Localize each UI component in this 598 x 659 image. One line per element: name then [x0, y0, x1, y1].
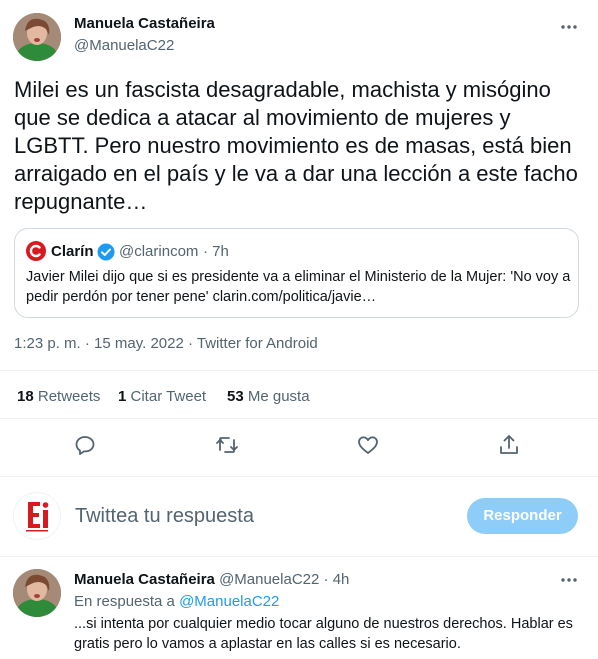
quoted-text: Javier Milei dijo que si es presidente v… [26, 269, 571, 305]
quoted-source-handle: @clarincom [119, 243, 199, 260]
like-icon[interactable] [356, 433, 380, 457]
retweets-count: 18 [17, 388, 34, 405]
divider [0, 556, 598, 557]
quotes-label: Citar Tweet [130, 388, 207, 405]
in-reply-handle-link[interactable]: @ManuelaC22 [179, 593, 279, 610]
reply-icon[interactable] [73, 433, 97, 457]
tweet-text: Milei es un fascista desagradable, machi… [14, 77, 578, 214]
reply-text: ...si intenta por cualquier medio tocar … [74, 616, 573, 652]
more-options-icon[interactable] [559, 17, 579, 37]
divider [0, 418, 598, 419]
retweets-label: Retweets [37, 388, 101, 405]
retweet-icon[interactable] [215, 433, 239, 457]
author-handle[interactable]: @ManuelaC22 [74, 37, 174, 54]
quoted-age: · 7h [203, 243, 229, 260]
verified-badge-icon [97, 243, 115, 261]
quotes-count: 1 [118, 388, 127, 405]
reply-more-options-icon[interactable] [559, 570, 579, 590]
in-reply-to: En respuesta a @ManuelaC22 [74, 593, 279, 610]
reply-author-name[interactable]: Manuela Castañeira [74, 571, 215, 588]
divider [0, 476, 598, 477]
compose-input[interactable]: Twittea tu respuesta [75, 505, 254, 528]
quoted-tweet[interactable]: Clarín @clarincom · 7h Javier Milei dijo… [14, 228, 579, 318]
likes-stat[interactable]: 53 Me gusta [227, 388, 310, 405]
author-avatar[interactable] [13, 13, 61, 61]
tweet-timestamp[interactable]: 1:23 p. m. · 15 may. 2022 · Twitter for … [14, 335, 318, 352]
likes-count: 53 [227, 388, 244, 405]
quoted-source-name: Clarín [51, 243, 94, 260]
quotes-stat[interactable]: 1 Citar Tweet [118, 388, 206, 405]
share-icon[interactable] [497, 433, 521, 457]
reply-age[interactable]: · 4h [324, 571, 350, 588]
clarin-logo-icon [26, 241, 46, 261]
current-user-avatar[interactable] [13, 492, 61, 540]
divider [0, 370, 598, 371]
author-name[interactable]: Manuela Castañeira [74, 15, 215, 32]
reply-author-handle[interactable]: @ManuelaC22 [219, 571, 319, 588]
in-reply-prefix: En respuesta a [74, 593, 175, 610]
likes-label: Me gusta [247, 388, 310, 405]
reply-header: Manuela Castañeira @ManuelaC22 · 4h [74, 571, 349, 588]
reply-button[interactable]: Responder [467, 498, 578, 534]
reply-author-avatar[interactable] [13, 569, 61, 617]
retweets-stat[interactable]: 18 Retweets [17, 388, 100, 405]
